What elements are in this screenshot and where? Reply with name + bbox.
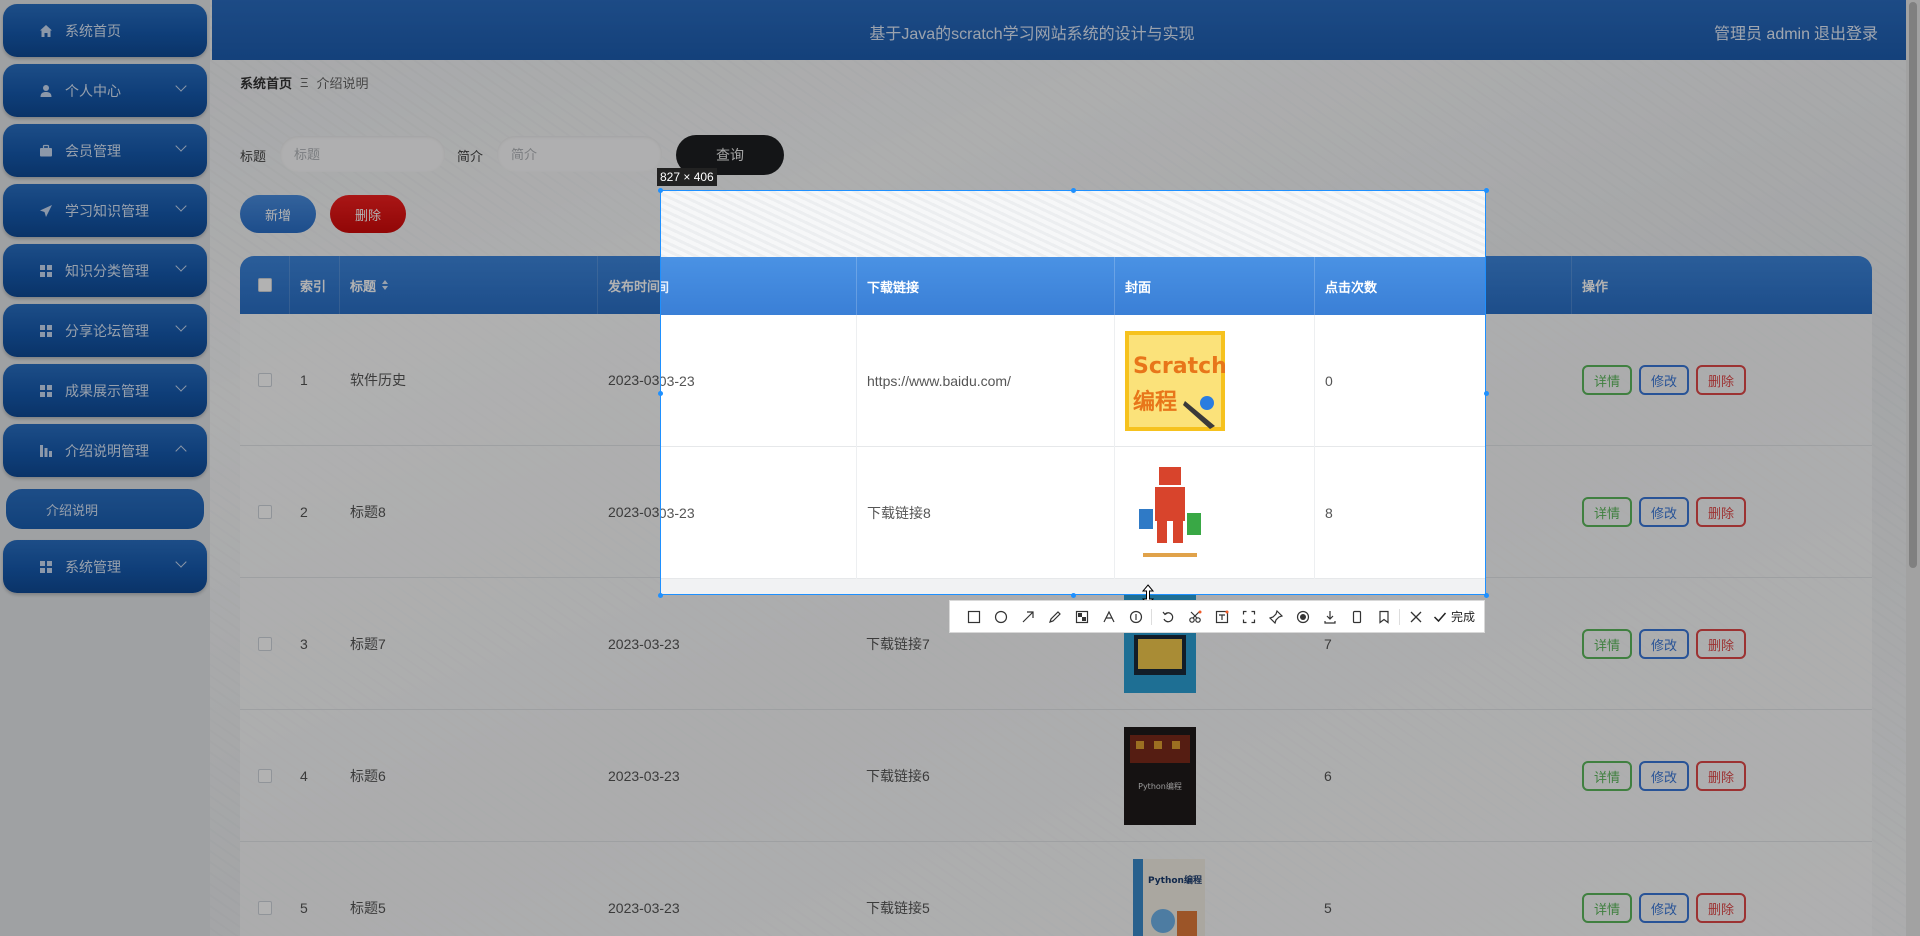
screenshot-toolbar: 完成 bbox=[949, 600, 1485, 633]
check-icon bbox=[1433, 612, 1447, 622]
capture-clicks: 8 bbox=[1325, 505, 1333, 521]
scratch-cover-image: Scratch 编程 bbox=[1125, 331, 1225, 431]
record-icon[interactable] bbox=[1289, 603, 1316, 630]
capture-header-label: 封面 bbox=[1125, 279, 1152, 295]
scissors-icon[interactable] bbox=[1181, 603, 1208, 630]
resize-handle-top[interactable] bbox=[1071, 188, 1076, 193]
capture-header-download-link: 下载链接 bbox=[857, 257, 1115, 315]
text-tool-icon[interactable] bbox=[1095, 603, 1122, 630]
capture-cover: Scratch 编程 bbox=[1115, 315, 1315, 447]
capture-publish-time: 2023-03-23 bbox=[660, 505, 695, 521]
capture-publish-time: 2023-03-23 bbox=[660, 373, 695, 389]
undo-icon[interactable] bbox=[1154, 603, 1181, 630]
number-marker-tool-icon[interactable] bbox=[1122, 603, 1149, 630]
cover-title: Scratch bbox=[1133, 354, 1225, 379]
capture-header-cover: 封面 bbox=[1115, 257, 1315, 315]
capture-row: 2023-03-23 下载链接8 8 bbox=[661, 447, 1485, 579]
done-button[interactable]: 完成 bbox=[1433, 608, 1475, 625]
selection-size-label: 827 × 406 bbox=[657, 168, 717, 186]
translate-icon[interactable] bbox=[1208, 603, 1235, 630]
resize-handle-right[interactable] bbox=[1484, 391, 1489, 396]
ellipse-tool-icon[interactable] bbox=[987, 603, 1014, 630]
sort-icon bbox=[675, 281, 682, 291]
capture-header-publish-time: 发布时间 bbox=[661, 257, 857, 315]
ocr-icon[interactable] bbox=[1235, 603, 1262, 630]
download-icon[interactable] bbox=[1316, 603, 1343, 630]
mosaic-tool-icon[interactable] bbox=[1068, 603, 1095, 630]
pen-tool-icon[interactable] bbox=[1041, 603, 1068, 630]
resize-handle-top-left[interactable] bbox=[658, 188, 663, 193]
phone-icon[interactable] bbox=[1343, 603, 1370, 630]
capture-background bbox=[661, 191, 1485, 257]
capture-clicks: 0 bbox=[1325, 373, 1333, 389]
toolbar-divider bbox=[1151, 608, 1152, 625]
capture-header-label: 下载链接 bbox=[867, 279, 920, 295]
rectangle-tool-icon[interactable] bbox=[960, 603, 987, 630]
capture-header-label: 发布时间 bbox=[661, 277, 669, 296]
robot-cover-image bbox=[1125, 459, 1215, 567]
done-label: 完成 bbox=[1451, 610, 1476, 624]
capture-selection[interactable]: 发布时间 下载链接 封面 点击次数 2023-03-23 https://www… bbox=[660, 190, 1486, 595]
resize-handle-bottom[interactable] bbox=[1071, 593, 1076, 598]
capture-header-clicks: 点击次数 bbox=[1315, 257, 1485, 315]
cover-subtitle: 编程 bbox=[1133, 389, 1177, 415]
capture-table-header: 发布时间 下载链接 封面 点击次数 bbox=[661, 257, 1485, 315]
capture-row: 2023-03-23 https://www.baidu.com/ Scratc… bbox=[661, 315, 1485, 447]
capture-cell: 2023-03-23 bbox=[661, 447, 857, 579]
resize-handle-left[interactable] bbox=[658, 391, 663, 396]
pin-icon[interactable] bbox=[1262, 603, 1289, 630]
capture-cell: 2023-03-23 bbox=[661, 315, 857, 447]
close-icon[interactable] bbox=[1402, 603, 1429, 630]
capture-download-link: https://www.baidu.com/ bbox=[857, 315, 1115, 447]
bookmark-icon[interactable] bbox=[1370, 603, 1397, 630]
resize-handle-bottom-left[interactable] bbox=[658, 593, 663, 598]
resize-handle-top-right[interactable] bbox=[1484, 188, 1489, 193]
resize-handle-bottom-right[interactable] bbox=[1484, 593, 1489, 598]
toolbar-divider bbox=[1399, 608, 1400, 625]
capture-header-label: 点击次数 bbox=[1325, 279, 1378, 295]
capture-cover bbox=[1115, 447, 1315, 579]
arrow-tool-icon[interactable] bbox=[1014, 603, 1041, 630]
capture-download-link: 下载链接8 bbox=[857, 447, 1115, 579]
